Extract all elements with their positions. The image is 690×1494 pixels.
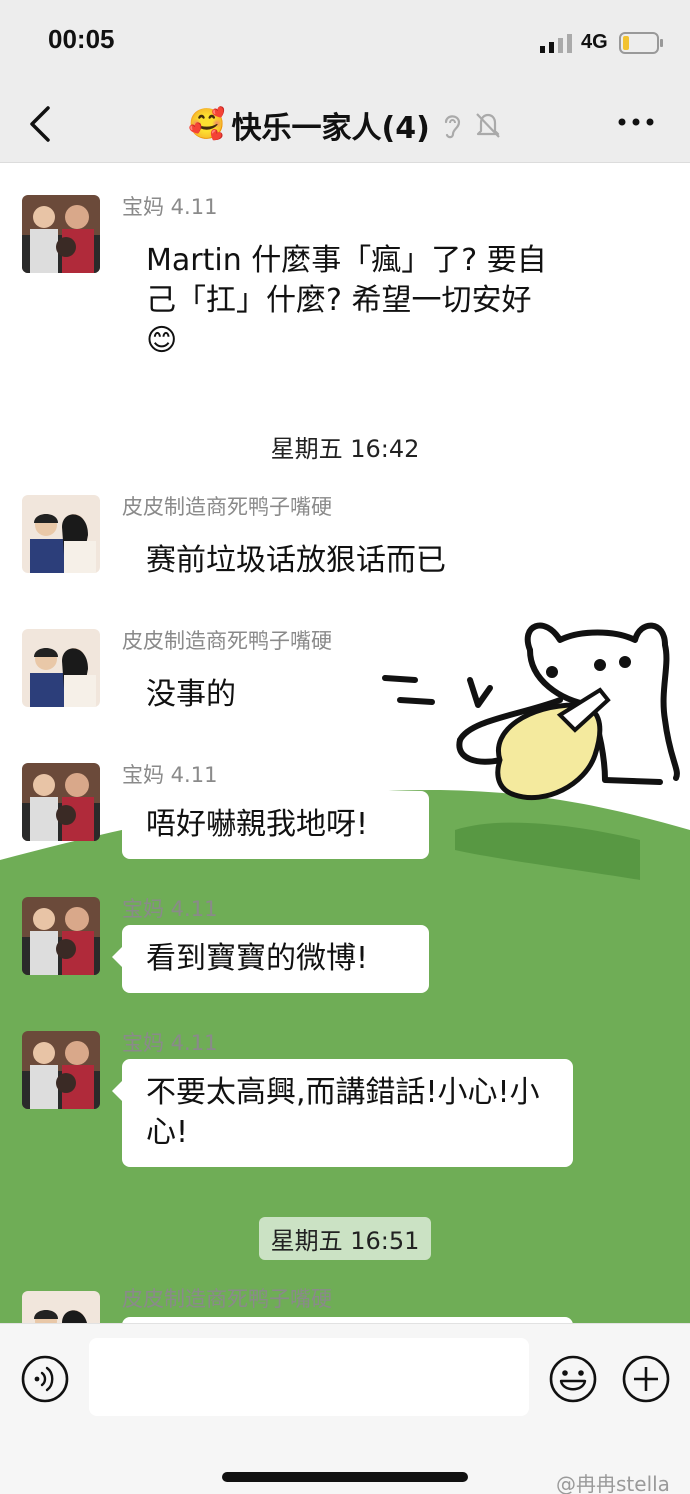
avatar-pipi[interactable]: [22, 1291, 100, 1323]
time-divider: 星期五 16:42: [0, 425, 690, 468]
chat-message: 宝妈 4.11 Martin 什麼事「瘋」了? 要自己「扛」什麼? 希望一切安好…: [0, 193, 690, 393]
sender-name: 宝妈 4.11: [122, 1031, 218, 1055]
message-text: 赛前垃圾话放狠话而已: [146, 543, 446, 578]
avatar-baoma[interactable]: [22, 1031, 100, 1109]
sender-name: 宝妈 4.11: [122, 763, 218, 787]
plus-circle-icon[interactable]: [621, 1354, 671, 1404]
sender-name: 皮皮制造商死鸭子嘴硬: [122, 1287, 332, 1311]
voice-icon[interactable]: [20, 1354, 70, 1404]
chat-input-bar: @冉冉stella: [0, 1323, 690, 1494]
message-text: 唔好嚇親我地呀!: [146, 807, 369, 842]
status-time: 00:05: [48, 24, 115, 54]
network-label: 4G: [581, 31, 608, 53]
sender-name: 宝妈 4.11: [122, 195, 218, 219]
avatar-pipi[interactable]: [22, 629, 100, 707]
message-text: 不要太高興,而講錯話!小心!小心!: [146, 1075, 540, 1150]
sender-name: 皮皮制造商死鸭子嘴硬: [122, 629, 332, 653]
signal-bars-icon: [540, 34, 572, 53]
chat-title-group: 🥰 快乐一家人(4): [0, 86, 690, 163]
chat-title: 快乐一家人(4): [231, 110, 430, 146]
message-bubble[interactable]: 没事的: [122, 661, 260, 729]
time-divider-label: 星期五 16:51: [258, 1217, 432, 1260]
weibo-watermark: @冉冉stella: [556, 1472, 670, 1494]
avatar-pipi[interactable]: [22, 495, 100, 573]
chat-message: 宝妈 4.11 不要太高興,而講錯話!小心!小心!: [0, 1029, 690, 1189]
chat-message: 宝妈 4.11 看到寶寶的微博!: [0, 895, 690, 1005]
time-divider-label: 星期五 16:42: [270, 435, 420, 463]
message-bubble[interactable]: 赛前垃圾话放狠话而已: [122, 527, 470, 595]
message-text: 没事的: [146, 677, 236, 712]
chat-message: 宝妈 4.11 唔好嚇親我地呀!: [0, 761, 690, 871]
message-bubble[interactable]: 看到寶寶的微博!: [112, 925, 429, 993]
chat-message: 皮皮制造商死鸭子嘴硬: [0, 1285, 690, 1323]
bell-muted-icon: [476, 112, 500, 138]
more-dots-icon[interactable]: [616, 112, 656, 132]
sender-name: 皮皮制造商死鸭子嘴硬: [122, 495, 332, 519]
message-bubble[interactable]: 不要太高興,而講錯話!小心!小心!: [112, 1059, 573, 1167]
chat-message-list[interactable]: 宝妈 4.11 Martin 什麼事「瘋」了? 要自己「扛」什麼? 希望一切安好…: [0, 163, 690, 1323]
smiling-hearts-emoji: 🥰: [188, 106, 226, 142]
message-bubble[interactable]: Martin 什麼事「瘋」了? 要自己「扛」什麼? 希望一切安好 😊: [122, 227, 592, 375]
sender-name: 宝妈 4.11: [122, 897, 218, 921]
time-divider: 星期五 16:51: [0, 1217, 690, 1260]
chat-header: 🥰 快乐一家人(4): [0, 86, 690, 163]
status-bar: 00:05 4G: [0, 0, 690, 86]
chat-message: 皮皮制造商死鸭子嘴硬 赛前垃圾话放狠话而已: [0, 493, 690, 593]
message-text: Martin 什麼事「瘋」了? 要自己「扛」什麼? 希望一切安好 😊: [146, 243, 547, 358]
avatar-baoma[interactable]: [22, 195, 100, 273]
message-text: 看到寶寶的微博!: [146, 941, 369, 976]
avatar-baoma[interactable]: [22, 897, 100, 975]
emoji-smile-icon[interactable]: [548, 1354, 598, 1404]
home-indicator[interactable]: [222, 1472, 468, 1482]
ear-icon: [444, 114, 460, 138]
message-input[interactable]: [89, 1338, 529, 1416]
battery-low-icon: [619, 32, 663, 54]
chat-message: 皮皮制造商死鸭子嘴硬 没事的: [0, 627, 690, 727]
avatar-baoma[interactable]: [22, 763, 100, 841]
message-bubble[interactable]: 唔好嚇親我地呀!: [122, 791, 429, 859]
